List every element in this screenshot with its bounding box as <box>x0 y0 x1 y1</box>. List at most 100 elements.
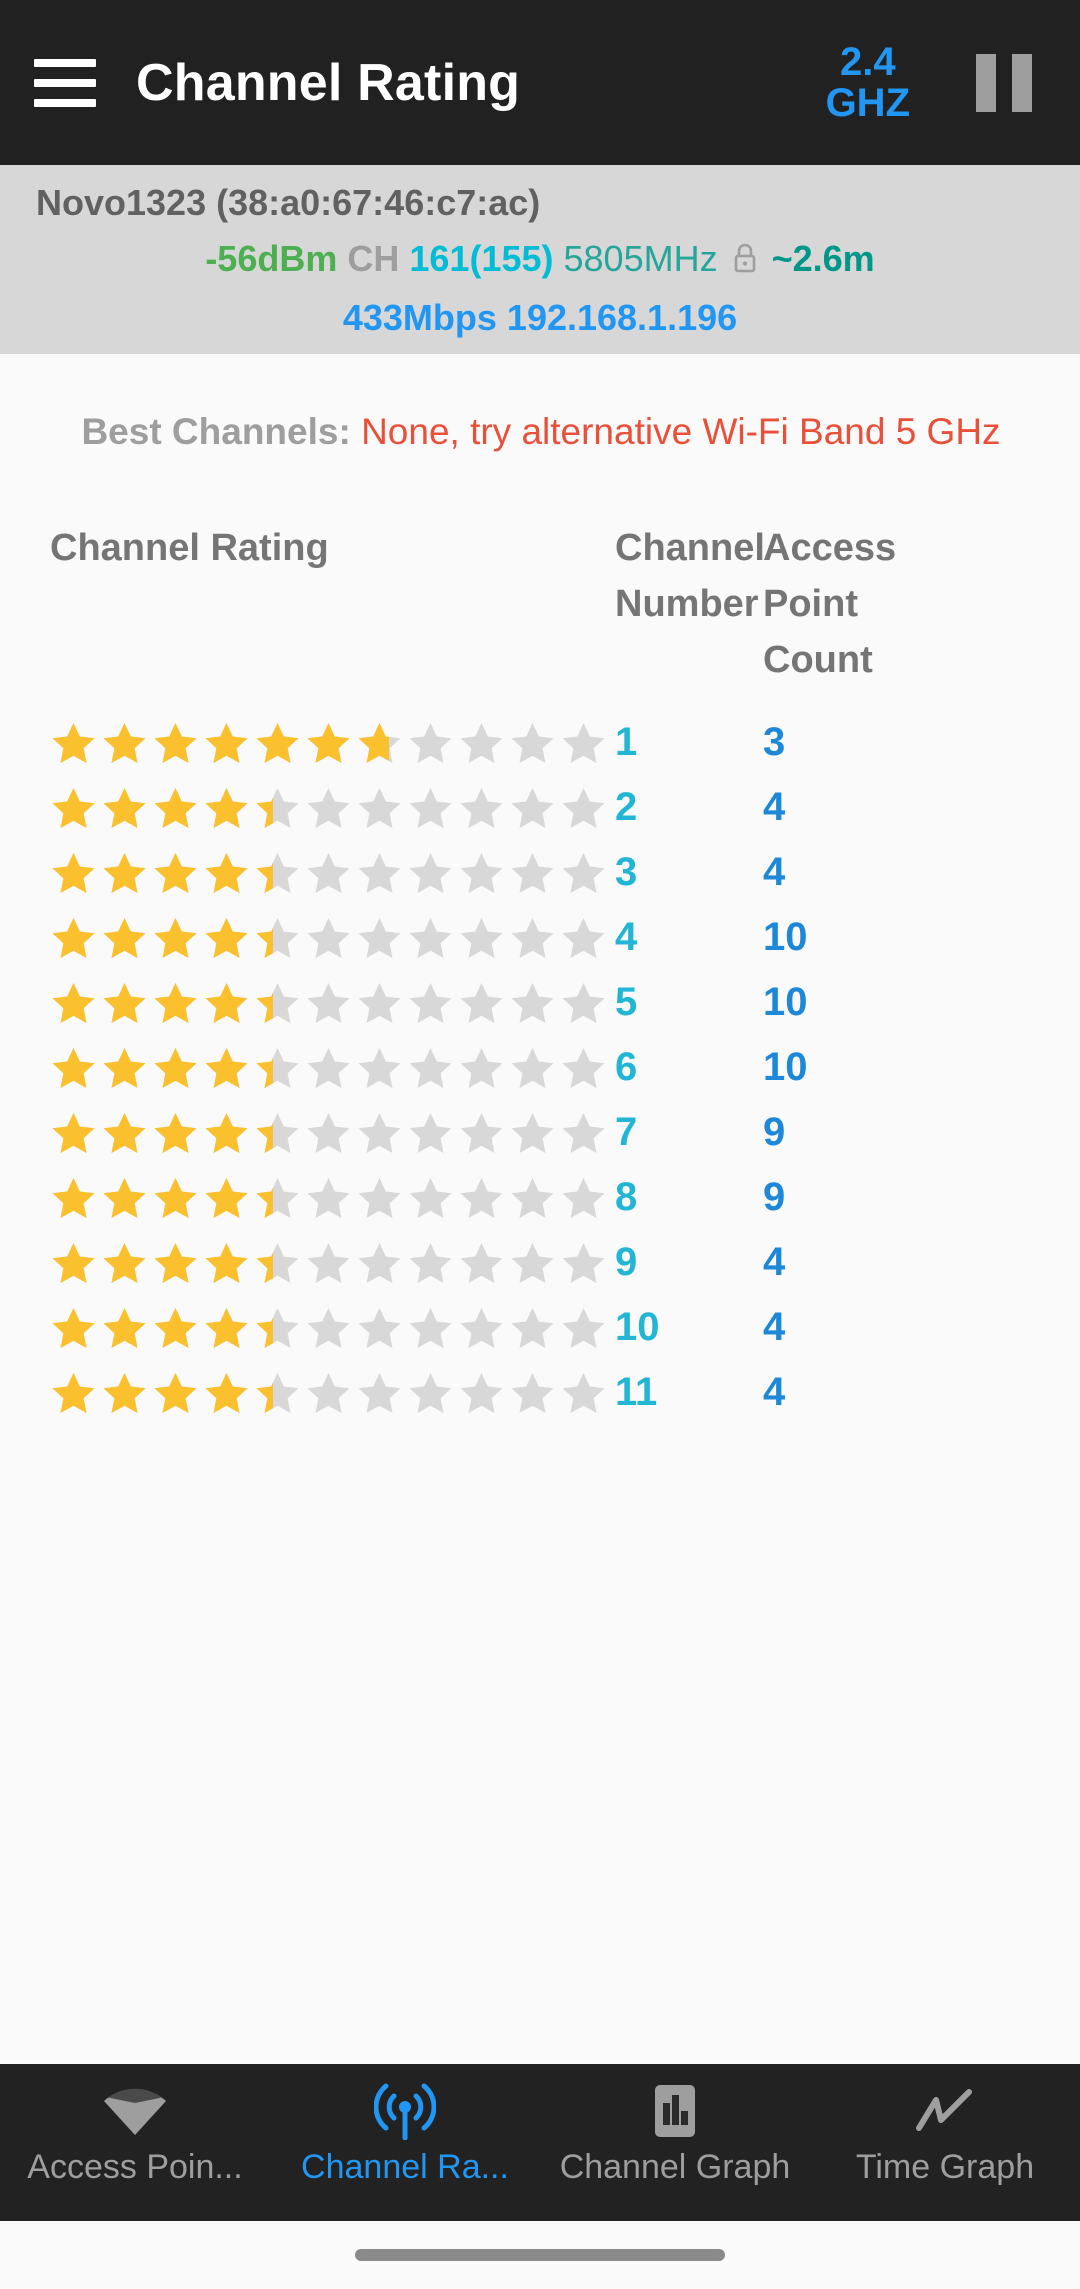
star-icon <box>305 980 352 1026</box>
star-icon <box>509 1110 556 1156</box>
star-icon <box>101 850 148 896</box>
star-icon <box>560 1175 607 1221</box>
star-icon <box>50 1240 97 1286</box>
star-icon <box>50 1110 97 1156</box>
table-row[interactable]: 11 4 <box>0 1360 1080 1425</box>
frequency: 5805MHz <box>563 238 718 279</box>
bottom-nav-item-time-graph[interactable]: Time Graph <box>810 2064 1080 2187</box>
cell-access-point-count: 9 <box>763 1110 786 1154</box>
connected-ap-infobar: Novo1323 (38:a0:67:46:c7:ac) -56dBm CH 1… <box>0 165 1080 354</box>
rating-stars <box>50 1045 615 1091</box>
cell-access-point-count: 10 <box>763 1045 808 1089</box>
connected-ap-details: -56dBm CH 161(155) 5805MHz ~2.6m <box>205 231 874 290</box>
star-icon <box>101 1305 148 1351</box>
bottom-nav-item-access-poin[interactable]: Access Poin... <box>0 2064 270 2187</box>
star-icon <box>305 1305 352 1351</box>
hamburger-bar <box>34 98 96 107</box>
pause-icon[interactable] <box>976 53 1032 112</box>
star-icon <box>254 915 301 961</box>
star-icon <box>305 1370 352 1416</box>
star-icon <box>509 1305 556 1351</box>
table-row[interactable]: 34 <box>0 840 1080 905</box>
cell-access-point-count: 4 <box>763 850 786 894</box>
star-icon <box>407 980 454 1026</box>
star-icon <box>407 785 454 831</box>
gesture-bar-handle <box>355 2249 725 2261</box>
signal-strength: -56dBm <box>205 238 338 279</box>
star-icon <box>356 1045 403 1091</box>
star-icon <box>356 1175 403 1221</box>
hamburger-menu-icon[interactable] <box>34 58 96 107</box>
cell-access-point-count: 4 <box>763 1370 786 1414</box>
star-icon <box>254 1045 301 1091</box>
rating-stars <box>50 785 615 831</box>
ip-address: 192.168.1.196 <box>506 297 738 338</box>
star-icon <box>305 1110 352 1156</box>
star-icon <box>458 720 505 766</box>
star-icon <box>560 785 607 831</box>
star-icon <box>254 850 301 896</box>
star-icon <box>152 980 199 1026</box>
pause-bar <box>976 53 996 112</box>
star-icon <box>254 1175 301 1221</box>
star-icon <box>407 1110 454 1156</box>
best-channels-label: Best Channels: <box>81 411 351 452</box>
table-row[interactable]: 10 4 <box>0 1295 1080 1360</box>
page-title: Channel Rating <box>136 53 521 112</box>
star-icon <box>356 1305 403 1351</box>
column-header-channel-number: Channel Number <box>615 527 765 625</box>
cell-channel-number: 8 <box>615 1175 638 1219</box>
bottom-nav-label: Channel Graph <box>559 2148 791 2186</box>
table-row[interactable]: 94 <box>0 1230 1080 1295</box>
star-icon <box>356 980 403 1026</box>
star-icon <box>203 980 250 1026</box>
star-icon <box>407 1045 454 1091</box>
table-row[interactable]: 6 10 <box>0 1035 1080 1100</box>
star-icon <box>509 850 556 896</box>
main-content: Best Channels: None, try alternative Wi-… <box>0 354 1080 2289</box>
star-icon <box>509 980 556 1026</box>
star-icon <box>305 720 352 766</box>
pause-bar <box>1012 53 1032 112</box>
star-icon <box>50 1045 97 1091</box>
star-icon <box>254 785 301 831</box>
table-row[interactable]: 24 <box>0 775 1080 840</box>
best-channels-value: None, try alternative Wi-Fi Band 5 GHz <box>361 411 1001 452</box>
cell-channel-number: 3 <box>615 850 638 894</box>
star-icon <box>254 1370 301 1416</box>
star-icon <box>305 1175 352 1221</box>
table-row[interactable]: 79 <box>0 1100 1080 1165</box>
bottom-navigation: Access Poin... Channel Ra... Channel Graph… <box>0 2064 1080 2221</box>
star-icon <box>254 1305 301 1351</box>
star-icon <box>152 1045 199 1091</box>
hamburger-bar <box>34 78 96 87</box>
star-icon <box>203 1370 250 1416</box>
channel-label: CH <box>347 238 400 279</box>
cell-access-point-count: 9 <box>763 1175 786 1219</box>
star-icon <box>203 915 250 961</box>
wifi-icon <box>102 2082 168 2140</box>
cell-channel-number: 10 <box>615 1305 660 1349</box>
cell-channel-number: 6 <box>615 1045 638 1089</box>
table-row[interactable]: 5 10 <box>0 970 1080 1035</box>
star-icon <box>356 785 403 831</box>
star-icon <box>203 785 250 831</box>
star-icon <box>560 1370 607 1416</box>
star-icon <box>509 720 556 766</box>
table-row[interactable]: 4 10 <box>0 905 1080 970</box>
table-row[interactable]: 89 <box>0 1165 1080 1230</box>
star-icon <box>101 915 148 961</box>
table-row[interactable]: 13 <box>0 710 1080 775</box>
star-icon <box>203 1045 250 1091</box>
hamburger-bar <box>34 58 96 67</box>
cell-channel-number: 11 <box>615 1370 658 1414</box>
bottom-nav-item-channel-graph[interactable]: Channel Graph <box>540 2064 810 2187</box>
star-icon <box>407 850 454 896</box>
bottom-nav-item-channel-ra[interactable]: Channel Ra... <box>270 2064 540 2187</box>
star-icon <box>458 1305 505 1351</box>
star-icon <box>152 915 199 961</box>
star-icon <box>254 1110 301 1156</box>
star-icon <box>203 1175 250 1221</box>
star-icon <box>458 1240 505 1286</box>
band-toggle-button[interactable]: 2.4 GHZ <box>826 41 910 124</box>
